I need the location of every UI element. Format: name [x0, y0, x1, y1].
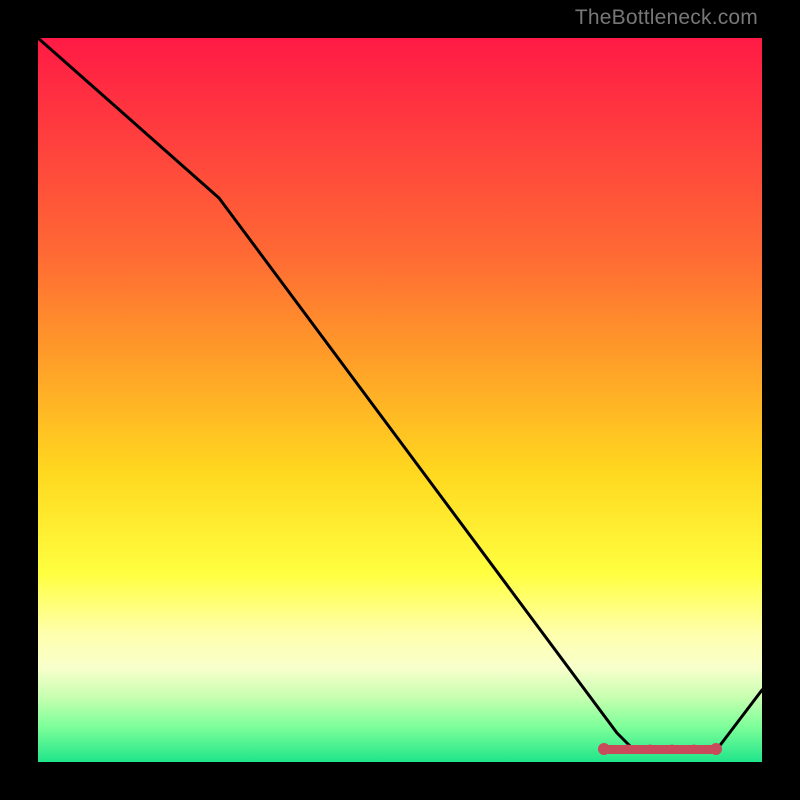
watermark-text: TheBottleneck.com [575, 6, 758, 30]
chart-svg [38, 38, 762, 762]
series-curve [38, 38, 762, 748]
marker-cluster [598, 743, 722, 755]
chart-frame: TheBottleneck.com [0, 0, 800, 800]
